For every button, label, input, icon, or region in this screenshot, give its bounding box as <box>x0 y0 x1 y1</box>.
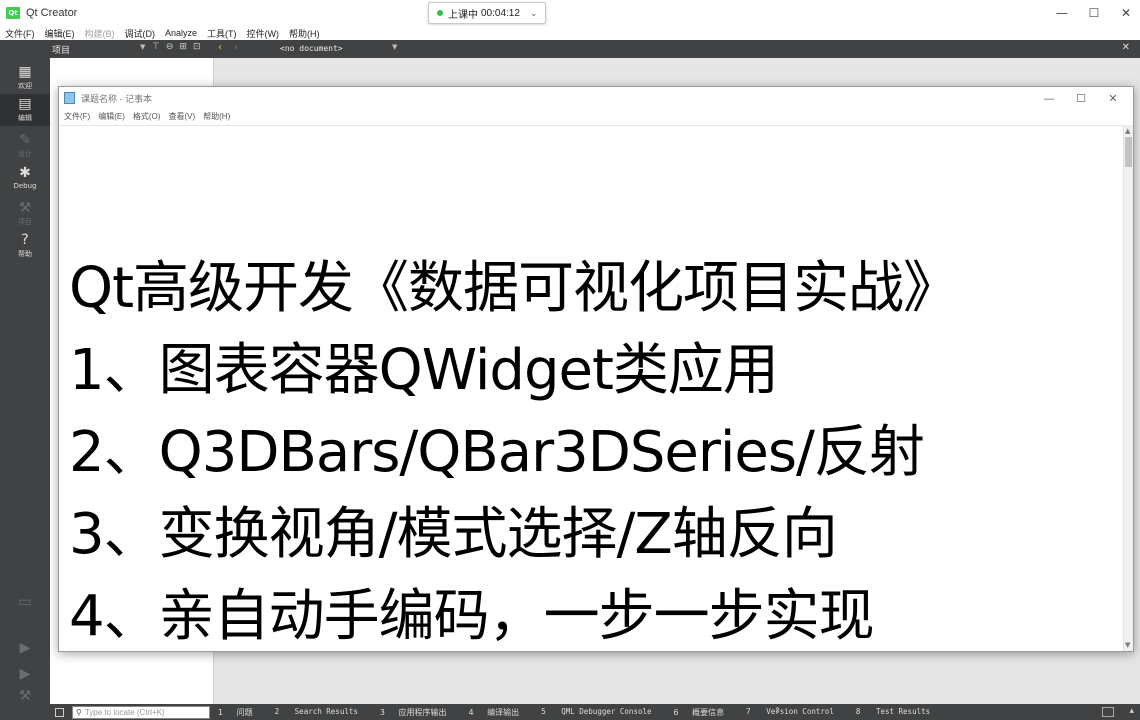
menu-analyze[interactable]: Analyze <box>160 28 202 38</box>
scroll-down-icon[interactable]: ▼ <box>1125 641 1130 649</box>
chevron-down-icon[interactable]: ⌄ <box>530 8 538 19</box>
mode-help[interactable]: ? 帮助 <box>0 230 50 262</box>
notepad-menu-help[interactable]: 帮助(H) <box>199 111 234 122</box>
scroll-up-icon[interactable]: ▲ <box>1125 127 1130 135</box>
close-document-icon[interactable]: ✕ <box>1122 42 1130 53</box>
locator-placeholder: Type to locate (Ctrl+K) <box>84 708 165 717</box>
locator-input[interactable]: ⚲ Type to locate (Ctrl+K) <box>72 706 210 719</box>
class-timer[interactable]: 上课中 00:04:12 ⌄ <box>428 2 547 24</box>
qt-logo-icon: Qt <box>6 7 20 19</box>
output-tab-version-control[interactable]: 7 Version Control <box>746 707 845 718</box>
nav-back-icon[interactable]: ‹ <box>218 42 222 53</box>
debug-run-icon[interactable]: ▶ <box>0 666 50 682</box>
timer-status: 上课中 <box>448 9 478 21</box>
filter-icon[interactable]: ⊤ <box>152 42 160 52</box>
notepad-title-bar: 课题名称 - 记事本 — ☐ ✕ <box>59 87 1133 109</box>
scrollbar-thumb[interactable] <box>1125 137 1132 167</box>
qt-creator-window: Qt Qt Creator 上课中 00:04:12 ⌄ — ☐ ✕ 文件(F)… <box>0 0 1140 720</box>
menu-widgets[interactable]: 控件(W) <box>242 27 285 40</box>
output-tab-issues[interactable]: 1 问题 <box>218 707 264 718</box>
mode-projects[interactable]: ⚒ 项目 <box>0 198 50 230</box>
output-tab-compile-output[interactable]: 4 编译输出 <box>469 707 531 718</box>
qt-title-bar: Qt Qt Creator 上课中 00:04:12 ⌄ — ☐ ✕ <box>0 0 1140 26</box>
mode-bar: ▦ 欢迎 ▤ 编辑 ✎ 设计 ✱ Debug ⚒ 项目 ? 帮助 ▭ ▶ ▶ ⚒ <box>0 58 50 704</box>
menu-debug[interactable]: 调试(D) <box>120 27 161 40</box>
notepad-menu-edit[interactable]: 编辑(E) <box>94 111 129 122</box>
edit-icon: ▤ <box>18 96 32 112</box>
build-icon[interactable]: ⚒ <box>0 688 50 704</box>
document-dropdown-icon[interactable]: ▼ <box>392 43 397 51</box>
text-line: Qt高级开发《数据可视化项目实战》 <box>69 256 959 321</box>
notepad-window: 课题名称 - 记事本 — ☐ ✕ 文件(F) 编辑(E) 格式(O) 查看(V)… <box>58 86 1134 652</box>
notepad-maximize-icon[interactable]: ☐ <box>1065 87 1097 109</box>
close-icon[interactable]: ✕ <box>1112 0 1140 26</box>
notepad-menu-bar: 文件(F) 编辑(E) 格式(O) 查看(V) 帮助(H) <box>59 109 1133 123</box>
document-selector[interactable]: <no document> <box>280 44 343 53</box>
notepad-vertical-scrollbar[interactable]: ▲ ▼ <box>1123 125 1133 651</box>
recording-dot-icon <box>437 10 443 16</box>
minimize-icon[interactable]: — <box>1048 0 1076 26</box>
output-pane-tabs: 1 问题 2 Search Results 3 应用程序输出 4 编译输出 5 … <box>218 707 952 718</box>
bug-icon: ✱ <box>19 165 31 181</box>
grid-icon: ▦ <box>18 64 32 80</box>
menu-build[interactable]: 构建(B) <box>80 27 120 40</box>
output-tab-general-messages[interactable]: 6 概要信息 <box>674 707 736 718</box>
menu-file[interactable]: 文件(F) <box>0 27 40 40</box>
text-line: 3、变换视角/模式选择/Z轴反向 <box>69 502 838 567</box>
device-icon[interactable]: ▭ <box>0 594 50 610</box>
progress-details-icon[interactable] <box>1102 707 1114 717</box>
mode-debug[interactable]: ✱ Debug <box>0 162 50 194</box>
notepad-minimize-icon[interactable]: — <box>1033 87 1065 109</box>
pane-arrows-icon[interactable]: ⇕ <box>774 706 781 715</box>
output-tab-search-results[interactable]: 2 Search Results <box>275 707 369 718</box>
help-icon: ? <box>21 232 29 248</box>
document-text: Qt高级开发《数据可视化项目实战》 1、图表容器QWidget类应用 2、Q3D… <box>69 248 959 651</box>
window-title: Qt Creator <box>26 7 78 19</box>
text-line: 1、图表容器QWidget类应用 <box>69 338 779 403</box>
wrench-icon: ⚒ <box>18 200 32 216</box>
output-tab-qml-debugger[interactable]: 5 QML Debugger Console <box>541 707 662 718</box>
output-tab-test-results[interactable]: 8 Test Results <box>856 707 941 718</box>
qt-toolbar: 项目 ▼ ⊤ ⊖ ⊞ ⊡ ‹ › <no document> ▼ ✕ <box>0 40 1140 58</box>
notepad-menu-format[interactable]: 格式(O) <box>129 111 165 122</box>
search-icon: ⚲ <box>76 708 82 717</box>
menu-help[interactable]: 帮助(H) <box>284 27 325 40</box>
pen-icon: ✎ <box>19 132 31 148</box>
mode-welcome[interactable]: ▦ 欢迎 <box>0 62 50 94</box>
project-dropdown-icon[interactable]: ▼ <box>140 43 145 51</box>
text-line: 2、Q3DBars/QBar3DSeries/反射 <box>69 420 925 485</box>
project-selector[interactable]: 项目 <box>52 43 70 56</box>
notepad-close-icon[interactable]: ✕ <box>1097 87 1129 109</box>
notepad-window-controls: — ☐ ✕ <box>1033 87 1129 109</box>
panel-tool-icons: ⊤ ⊖ ⊞ ⊡ <box>152 42 200 52</box>
toggle-progress-icon[interactable]: ▴ <box>1129 706 1134 716</box>
notepad-title: 课题名称 - 记事本 <box>81 93 152 104</box>
split-icon[interactable]: ⊞ <box>179 42 187 52</box>
qt-status-bar: ⚲ Type to locate (Ctrl+K) 1 问题 2 Search … <box>0 704 1140 720</box>
toggle-sidebar-icon[interactable] <box>55 708 64 717</box>
close-panel-icon[interactable]: ⊡ <box>193 42 201 52</box>
link-icon[interactable]: ⊖ <box>166 42 174 52</box>
output-tab-application-output[interactable]: 3 应用程序输出 <box>380 707 458 718</box>
maximize-icon[interactable]: ☐ <box>1080 0 1108 26</box>
qt-menu-bar: 文件(F) 编辑(E) 构建(B) 调试(D) Analyze 工具(T) 控件… <box>0 26 1140 40</box>
notepad-text-area[interactable]: Qt高级开发《数据可视化项目实战》 1、图表容器QWidget类应用 2、Q3D… <box>59 125 1125 651</box>
nav-forward-icon[interactable]: › <box>234 42 238 53</box>
text-line: 4、亲自动手编码，一步一步实现 <box>69 584 875 649</box>
mode-edit[interactable]: ▤ 编辑 <box>0 94 50 126</box>
mode-design[interactable]: ✎ 设计 <box>0 130 50 162</box>
run-icon[interactable]: ▶ <box>0 640 50 656</box>
window-controls: — ☐ ✕ <box>1044 0 1140 26</box>
menu-tools[interactable]: 工具(T) <box>202 27 242 40</box>
notepad-menu-view[interactable]: 查看(V) <box>164 111 199 122</box>
timer-time: 00:04:12 <box>481 7 520 19</box>
menu-edit[interactable]: 编辑(E) <box>40 27 80 40</box>
notepad-menu-file[interactable]: 文件(F) <box>59 111 94 122</box>
notepad-icon <box>64 92 75 104</box>
